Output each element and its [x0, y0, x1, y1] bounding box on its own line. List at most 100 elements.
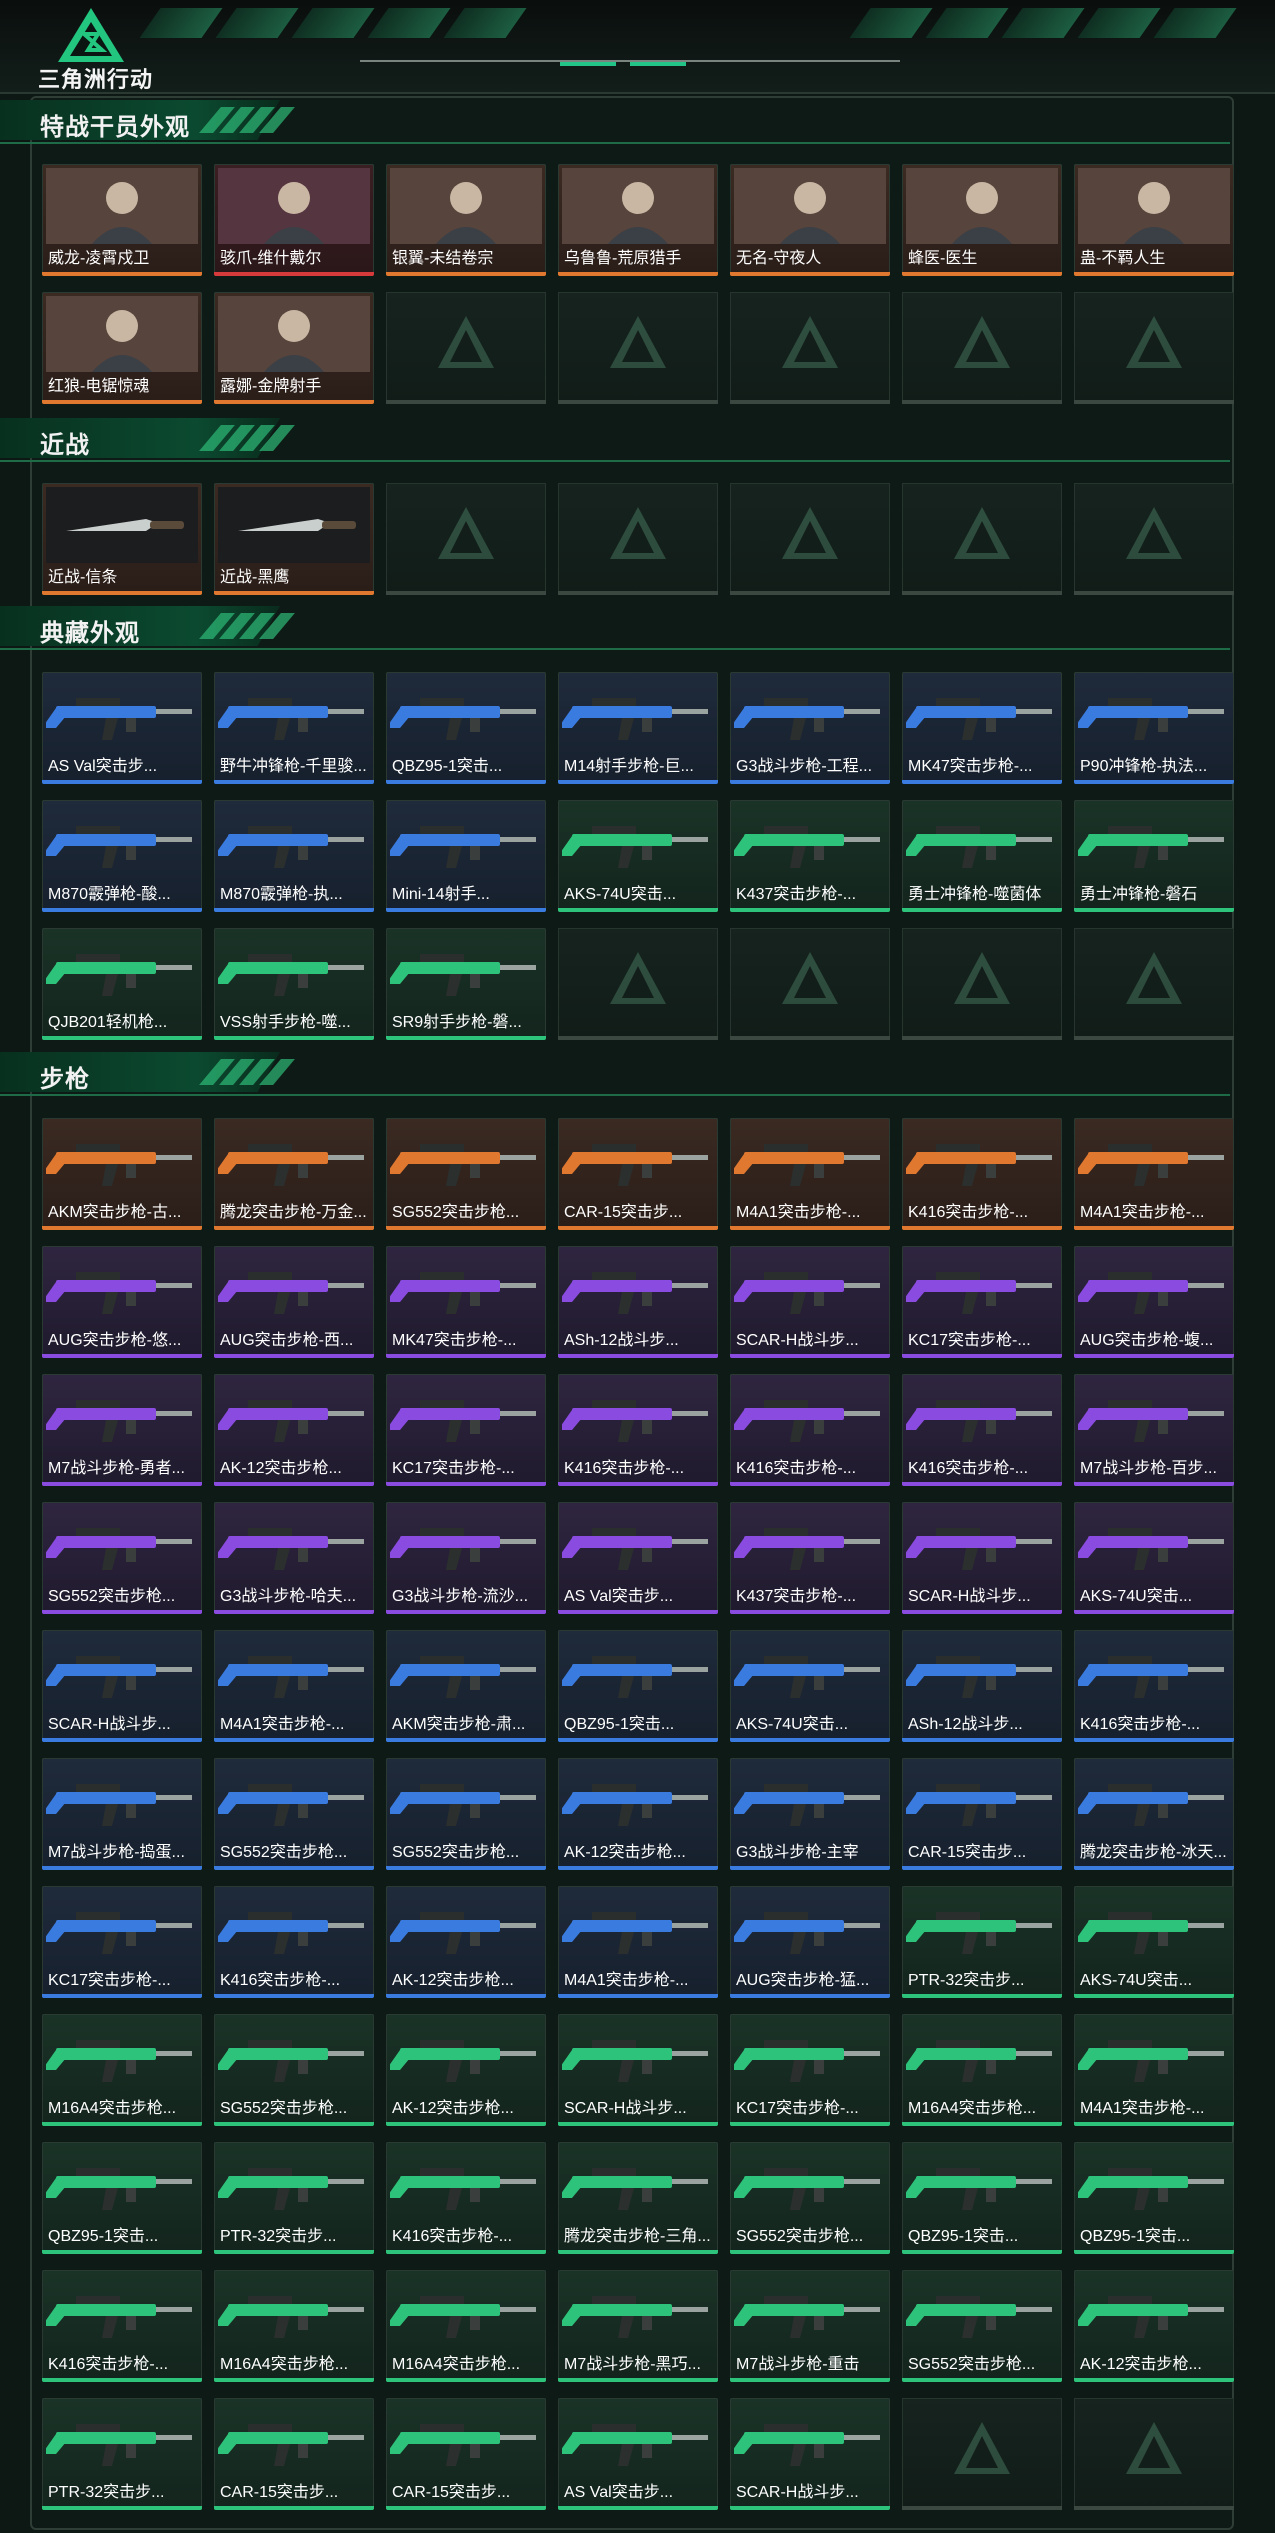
skin-card[interactable]: 乌鲁鲁-荒原猎手 [558, 164, 718, 276]
skin-card[interactable]: AK-12突击步枪... [386, 1886, 546, 1998]
skin-card[interactable]: M4A1突击步枪-... [1074, 1118, 1234, 1230]
skin-card[interactable]: KC17突击步枪-... [730, 2014, 890, 2126]
skin-card[interactable]: K437突击步枪-... [730, 800, 890, 912]
skin-card[interactable]: AS Val突击步... [42, 672, 202, 784]
skin-card[interactable]: K416突击步枪-... [902, 1118, 1062, 1230]
skin-card[interactable]: PTR-32突击步... [42, 2398, 202, 2510]
skin-card[interactable]: M4A1突击步枪-... [214, 1630, 374, 1742]
skin-card[interactable]: AUG突击步枪-悠... [42, 1246, 202, 1358]
skin-card[interactable]: QBZ95-1突击... [386, 672, 546, 784]
skin-card[interactable]: M7战斗步枪-捣蛋... [42, 1758, 202, 1870]
skin-card[interactable]: AKS-74U突击... [1074, 1886, 1234, 1998]
skin-card[interactable]: K437突击步枪-... [730, 1502, 890, 1614]
skin-card[interactable]: AKS-74U突击... [730, 1630, 890, 1742]
skin-card[interactable]: 蛊-不羁人生 [1074, 164, 1234, 276]
skin-card[interactable]: AK-12突击步枪... [214, 1374, 374, 1486]
skin-card[interactable]: SG552突击步枪... [386, 1758, 546, 1870]
skin-card[interactable]: CAR-15突击步... [558, 1118, 718, 1230]
skin-card[interactable]: M4A1突击步枪-... [558, 1886, 718, 1998]
skin-card[interactable]: Mini-14射手... [386, 800, 546, 912]
skin-card[interactable]: AKM突击步枪-肃... [386, 1630, 546, 1742]
skin-card[interactable]: MK47突击步枪-... [386, 1246, 546, 1358]
skin-card[interactable]: AK-12突击步枪... [558, 1758, 718, 1870]
skin-card[interactable]: 腾龙突击步枪-冰天... [1074, 1758, 1234, 1870]
skin-card[interactable]: CAR-15突击步... [214, 2398, 374, 2510]
skin-card[interactable]: M16A4突击步枪... [902, 2014, 1062, 2126]
skin-card[interactable]: QBZ95-1突击... [42, 2142, 202, 2254]
skin-card[interactable]: AUG突击步枪-蝮... [1074, 1246, 1234, 1358]
skin-card[interactable]: K416突击步枪-... [42, 2270, 202, 2382]
skin-card[interactable]: G3战斗步枪-流沙... [386, 1502, 546, 1614]
skin-card[interactable]: K416突击步枪-... [1074, 1630, 1234, 1742]
skin-card[interactable]: M870霰弹枪-执... [214, 800, 374, 912]
skin-card[interactable]: PTR-32突击步... [214, 2142, 374, 2254]
skin-card[interactable]: SG552突击步枪... [214, 1758, 374, 1870]
skin-card[interactable]: AUG突击步枪-猛... [730, 1886, 890, 1998]
skin-card[interactable]: SCAR-H战斗步... [730, 2398, 890, 2510]
skin-card[interactable]: K416突击步枪-... [730, 1374, 890, 1486]
skin-card[interactable]: 蜂医-医生 [902, 164, 1062, 276]
skin-card[interactable]: M16A4突击步枪... [214, 2270, 374, 2382]
skin-card[interactable]: P90冲锋枪-执法... [1074, 672, 1234, 784]
skin-card[interactable]: 腾龙突击步枪-万金... [214, 1118, 374, 1230]
skin-card[interactable]: 腾龙突击步枪-三角... [558, 2142, 718, 2254]
skin-card[interactable]: VSS射手步枪-噬... [214, 928, 374, 1040]
skin-card[interactable]: M7战斗步枪-黑巧... [558, 2270, 718, 2382]
skin-card[interactable]: CAR-15突击步... [386, 2398, 546, 2510]
skin-card[interactable]: AK-12突击步枪... [1074, 2270, 1234, 2382]
skin-card[interactable]: ASh-12战斗步... [902, 1630, 1062, 1742]
skin-card[interactable]: 野牛冲锋枪-千里骏... [214, 672, 374, 784]
skin-card[interactable]: K416突击步枪-... [214, 1886, 374, 1998]
skin-card[interactable]: K416突击步枪-... [558, 1374, 718, 1486]
skin-card[interactable]: M16A4突击步枪... [42, 2014, 202, 2126]
skin-card[interactable]: QBZ95-1突击... [1074, 2142, 1234, 2254]
skin-card[interactable]: 红狼-电锯惊魂 [42, 292, 202, 404]
skin-card[interactable]: 骇爪-维什戴尔 [214, 164, 374, 276]
skin-card[interactable]: K416突击步枪-... [902, 1374, 1062, 1486]
skin-card[interactable]: 无名-守夜人 [730, 164, 890, 276]
skin-card[interactable]: M7战斗步枪-勇者... [42, 1374, 202, 1486]
skin-card[interactable]: ASh-12战斗步... [558, 1246, 718, 1358]
skin-card[interactable]: SCAR-H战斗步... [42, 1630, 202, 1742]
skin-card[interactable]: M870霰弹枪-酸... [42, 800, 202, 912]
skin-card[interactable]: K416突击步枪-... [386, 2142, 546, 2254]
skin-card[interactable]: AS Val突击步... [558, 1502, 718, 1614]
skin-card[interactable]: QBZ95-1突击... [558, 1630, 718, 1742]
skin-card[interactable]: 近战-信条 [42, 483, 202, 595]
skin-card[interactable]: KC17突击步枪-... [386, 1374, 546, 1486]
skin-card[interactable]: AKM突击步枪-古... [42, 1118, 202, 1230]
skin-card[interactable]: AKS-74U突击... [558, 800, 718, 912]
skin-card[interactable]: AK-12突击步枪... [386, 2014, 546, 2126]
skin-card[interactable]: KC17突击步枪-... [902, 1246, 1062, 1358]
skin-card[interactable]: AKS-74U突击... [1074, 1502, 1234, 1614]
skin-card[interactable]: G3战斗步枪-哈夫... [214, 1502, 374, 1614]
skin-card[interactable]: SCAR-H战斗步... [558, 2014, 718, 2126]
skin-card[interactable]: SG552突击步枪... [214, 2014, 374, 2126]
skin-card[interactable]: M4A1突击步枪-... [1074, 2014, 1234, 2126]
skin-card[interactable]: M7战斗步枪-重击 [730, 2270, 890, 2382]
skin-card[interactable]: 近战-黑鹰 [214, 483, 374, 595]
skin-card[interactable]: PTR-32突击步... [902, 1886, 1062, 1998]
skin-card[interactable]: SCAR-H战斗步... [730, 1246, 890, 1358]
skin-card[interactable]: M4A1突击步枪-... [730, 1118, 890, 1230]
skin-card[interactable]: 勇士冲锋枪-磐石 [1074, 800, 1234, 912]
skin-card[interactable]: MK47突击步枪-... [902, 672, 1062, 784]
skin-card[interactable]: 威龙-凌霄戍卫 [42, 164, 202, 276]
skin-card[interactable]: SG552突击步枪... [42, 1502, 202, 1614]
skin-card[interactable]: SG552突击步枪... [902, 2270, 1062, 2382]
skin-card[interactable]: AS Val突击步... [558, 2398, 718, 2510]
skin-card[interactable]: AUG突击步枪-西... [214, 1246, 374, 1358]
skin-card[interactable]: SG552突击步枪... [386, 1118, 546, 1230]
skin-card[interactable]: M14射手步枪-巨... [558, 672, 718, 784]
skin-card[interactable]: CAR-15突击步... [902, 1758, 1062, 1870]
skin-card[interactable]: 勇士冲锋枪-噬菌体 [902, 800, 1062, 912]
skin-card[interactable]: SCAR-H战斗步... [902, 1502, 1062, 1614]
skin-card[interactable]: 露娜-金牌射手 [214, 292, 374, 404]
skin-card[interactable]: G3战斗步枪-主宰 [730, 1758, 890, 1870]
skin-card[interactable]: SR9射手步枪-磐... [386, 928, 546, 1040]
skin-card[interactable]: M16A4突击步枪... [386, 2270, 546, 2382]
skin-card[interactable]: M7战斗步枪-百步... [1074, 1374, 1234, 1486]
skin-card[interactable]: QBZ95-1突击... [902, 2142, 1062, 2254]
skin-card[interactable]: KC17突击步枪-... [42, 1886, 202, 1998]
skin-card[interactable]: 银翼-未结卷宗 [386, 164, 546, 276]
